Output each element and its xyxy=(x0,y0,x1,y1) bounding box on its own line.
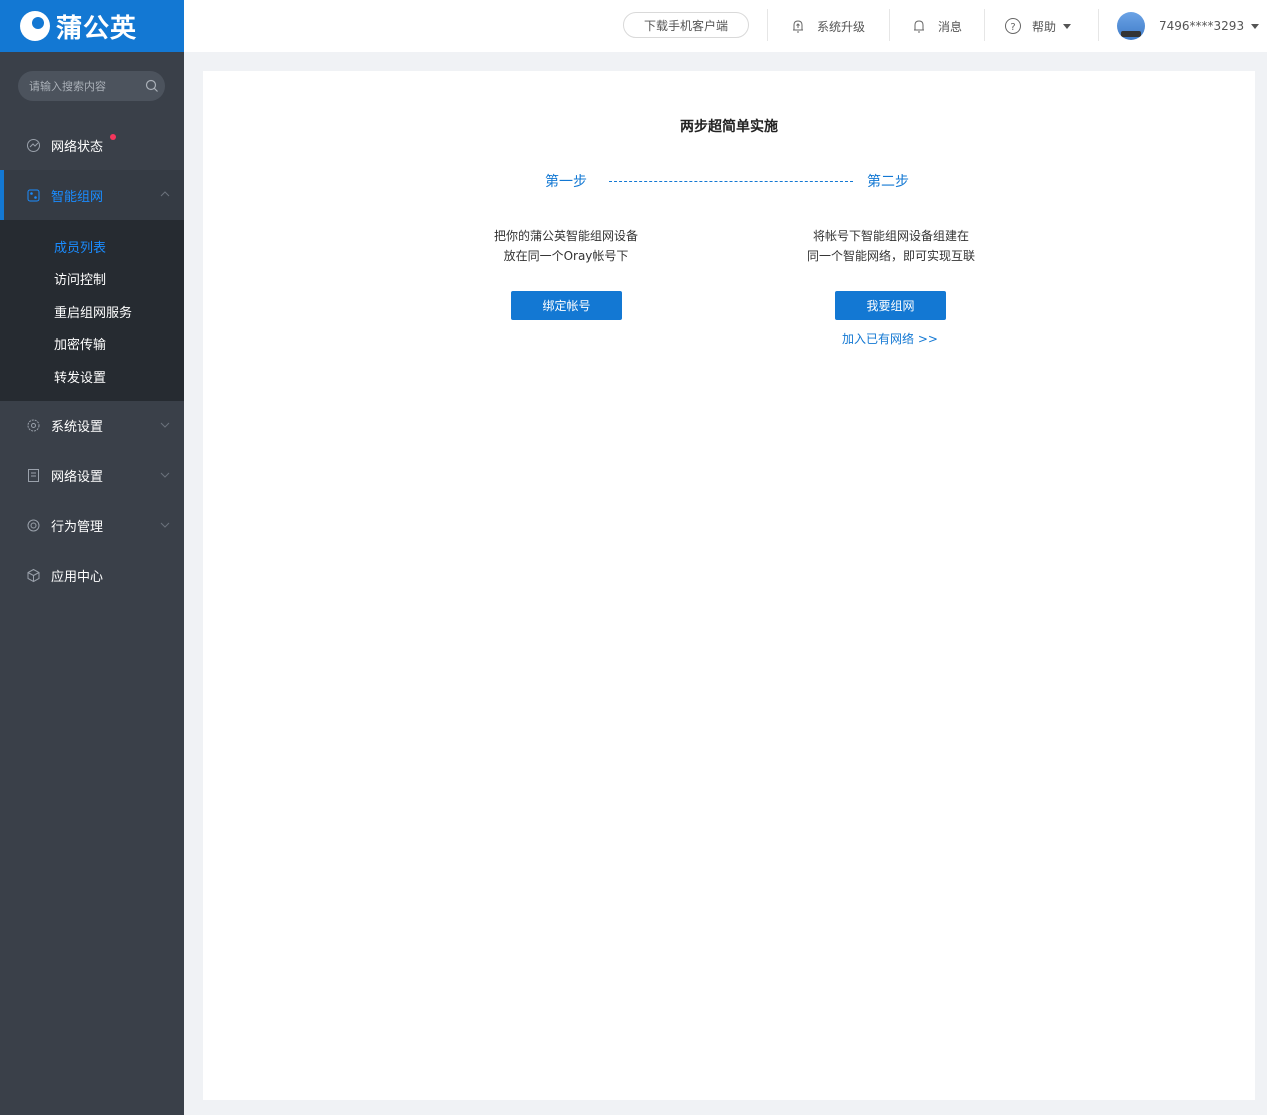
description-line: 放在同一个Oray帐号下 xyxy=(503,249,629,263)
messages-button[interactable]: 消息 xyxy=(910,14,962,38)
create-network-button[interactable]: 我要组网 xyxy=(835,291,946,320)
join-existing-network-link[interactable]: 加入已有网络 >> xyxy=(842,330,938,347)
submenu-item-restart-service[interactable]: 重启组网服务 xyxy=(0,295,184,328)
sidebar-item-system-settings[interactable]: 系统设置 xyxy=(0,401,184,451)
description-line: 同一个智能网络，即可实现互联 xyxy=(806,249,975,263)
submenu-item-forward-settings[interactable]: 转发设置 xyxy=(0,360,184,393)
smart-network-submenu: 成员列表 访问控制 重启组网服务 加密传输 转发设置 xyxy=(0,220,184,401)
step-two-label: 第二步 xyxy=(867,174,909,190)
submenu-item-access-control[interactable]: 访问控制 xyxy=(0,263,184,296)
download-app-button[interactable]: 下载手机客户端 xyxy=(623,12,749,38)
help-menu[interactable]: ? 帮助 xyxy=(1004,14,1072,38)
help-label: 帮助 xyxy=(1032,19,1057,34)
submenu-item-member-list[interactable]: 成员列表 xyxy=(0,230,184,263)
sidebar-item-label: 行为管理 xyxy=(51,520,104,535)
sidebar-item-network-settings[interactable]: 网络设置 xyxy=(0,451,184,501)
caret-down-icon xyxy=(1063,23,1072,29)
header-divider xyxy=(889,9,890,41)
search-input[interactable] xyxy=(29,79,139,93)
chevron-down-icon xyxy=(160,472,170,478)
chevron-up-icon xyxy=(160,191,170,197)
user-menu[interactable]: 7496****3293 xyxy=(1117,12,1260,40)
header-divider xyxy=(767,9,768,41)
notification-dot xyxy=(110,134,116,140)
smart-network-icon xyxy=(25,187,41,203)
sidebar-item-label: 网络设置 xyxy=(51,470,104,485)
sidebar-item-app-center[interactable]: 应用中心 xyxy=(0,551,184,601)
sidebar-item-network-status[interactable]: 网络状态 xyxy=(0,120,184,170)
bind-account-button[interactable]: 绑定帐号 xyxy=(511,291,622,320)
sidebar-item-behavior-management[interactable]: 行为管理 xyxy=(0,501,184,551)
header-divider xyxy=(984,9,985,41)
main-card: 两步超简单实施 第一步 第二步 把你的蒲公英智能组网设备 放在同一个Oray帐号… xyxy=(203,71,1255,1100)
sidebar-item-label: 应用中心 xyxy=(51,570,104,585)
upgrade-bell-icon xyxy=(789,17,807,35)
step-one-label: 第一步 xyxy=(545,174,587,190)
description-line: 把你的蒲公英智能组网设备 xyxy=(493,229,638,243)
sidebar: 蒲公英 网络状态 智能组网 成员列表 访问控制 重启组网服务 加密传输 xyxy=(0,0,184,1115)
sidebar-item-label: 系统设置 xyxy=(51,420,104,435)
submenu-item-encrypted-transfer[interactable]: 加密传输 xyxy=(0,328,184,361)
header-divider xyxy=(1098,9,1099,41)
messages-label: 消息 xyxy=(938,19,963,34)
document-icon xyxy=(25,468,41,484)
system-upgrade-label: 系统升级 xyxy=(817,19,866,34)
search-box xyxy=(18,71,165,101)
sidebar-item-label: 网络状态 xyxy=(51,139,104,155)
logo[interactable]: 蒲公英 xyxy=(0,0,184,52)
help-icon: ? xyxy=(1004,17,1022,35)
top-header: 下载手机客户端 系统升级 消息 ? 帮助 7496****3293 xyxy=(184,0,1267,52)
svg-text:?: ? xyxy=(1010,22,1015,33)
bell-icon xyxy=(910,17,928,35)
sidebar-item-label: 智能组网 xyxy=(51,189,104,205)
chevron-down-icon xyxy=(160,522,170,528)
gear-icon xyxy=(25,418,41,434)
description-line: 将帐号下智能组网设备组建在 xyxy=(812,229,969,243)
step-two-description: 将帐号下智能组网设备组建在 同一个智能网络，即可实现互联 xyxy=(780,226,1002,266)
network-status-icon xyxy=(25,137,41,153)
avatar xyxy=(1117,12,1145,40)
search-icon[interactable] xyxy=(139,71,165,101)
step-connector xyxy=(609,181,853,182)
chevron-down-icon xyxy=(160,422,170,428)
sidebar-item-smart-network[interactable]: 智能组网 xyxy=(0,170,184,220)
system-upgrade-button[interactable]: 系统升级 xyxy=(789,14,865,38)
step-one-description: 把你的蒲公英智能组网设备 放在同一个Oray帐号下 xyxy=(466,226,666,266)
caret-down-icon xyxy=(1251,23,1260,29)
brand-name: 蒲公英 xyxy=(56,13,138,44)
behavior-icon xyxy=(25,518,41,534)
username: 7496****3293 xyxy=(1159,19,1245,33)
logo-icon xyxy=(20,11,50,41)
cube-icon xyxy=(25,568,41,584)
page-title: 两步超简单实施 xyxy=(680,119,778,135)
sidebar-nav: 网络状态 智能组网 成员列表 访问控制 重启组网服务 加密传输 转发设置 系统设… xyxy=(0,120,184,601)
